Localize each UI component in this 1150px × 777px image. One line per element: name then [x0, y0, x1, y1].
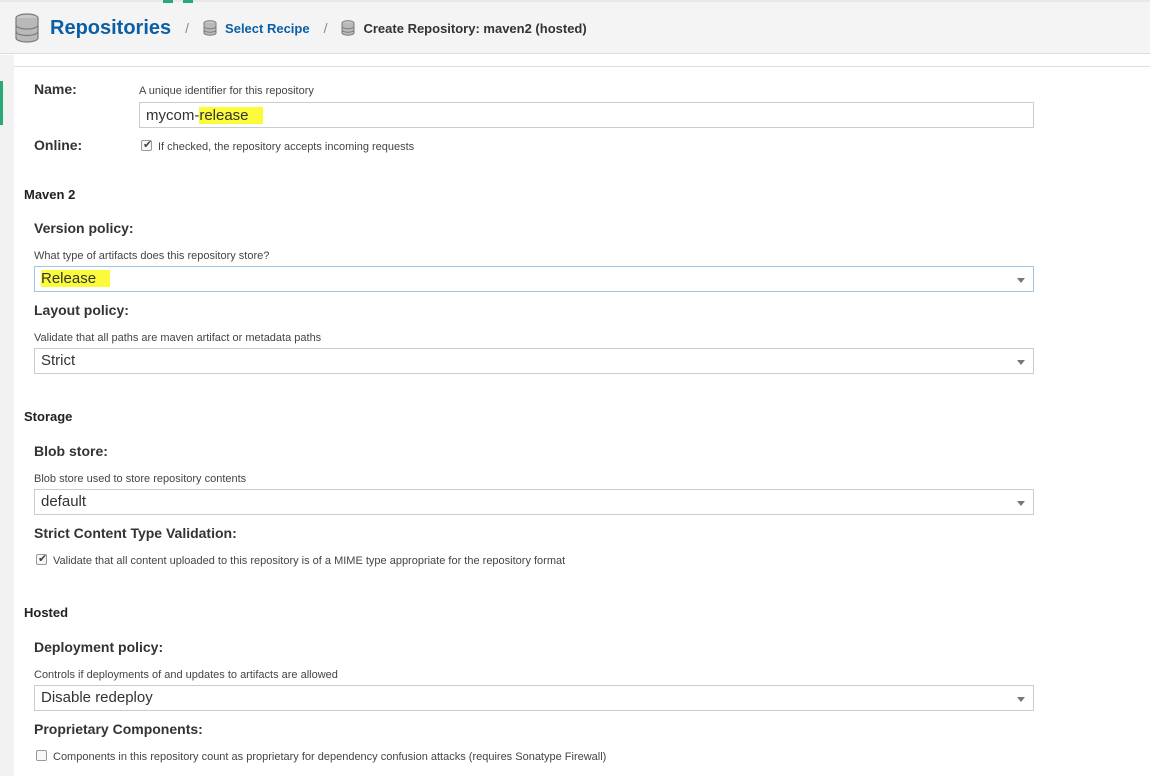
tab-indicator — [183, 0, 193, 3]
proprietary-text: Components in this repository count as p… — [53, 751, 607, 763]
strict-content-label: Strict Content Type Validation: — [34, 525, 237, 541]
tab-indicator — [163, 0, 173, 3]
breadcrumb-separator: / — [323, 20, 328, 36]
left-rail — [0, 55, 14, 776]
chevron-down-icon — [1017, 360, 1025, 365]
online-checkbox[interactable]: ✔ — [141, 139, 153, 151]
version-policy-hint: What type of artifacts does this reposit… — [34, 250, 270, 262]
repository-form: Name: A unique identifier for this repos… — [14, 66, 1150, 777]
layout-policy-value: Strict — [41, 352, 76, 369]
breadcrumb-select-recipe[interactable]: Select Recipe — [225, 21, 310, 36]
proprietary-label: Proprietary Components: — [34, 721, 203, 737]
layout-policy-hint: Validate that all paths are maven artifa… — [34, 332, 322, 344]
version-policy-label: Version policy: — [34, 220, 134, 236]
strict-content-checkbox[interactable]: ✔ — [36, 553, 48, 565]
rail-accent — [0, 81, 3, 125]
blob-store-label: Blob store: — [34, 443, 108, 459]
database-icon — [15, 13, 39, 43]
version-policy-select[interactable]: Release — [34, 266, 1034, 292]
hosted-section-title: Hosted — [24, 605, 69, 620]
checkmark-icon: ✔ — [143, 139, 153, 151]
name-value-highlight: release — [199, 107, 263, 124]
checkmark-icon: ✔ — [38, 553, 48, 565]
maven-section-title: Maven 2 — [24, 187, 76, 202]
strict-content-text: Validate that all content uploaded to th… — [53, 555, 566, 567]
breadcrumb: Repositories / Select Recipe / Create Re… — [14, 12, 587, 44]
deployment-policy-hint: Controls if deployments of and updates t… — [34, 669, 338, 681]
deployment-policy-value: Disable redeploy — [41, 689, 153, 706]
storage-section-title: Storage — [24, 409, 73, 424]
database-icon — [203, 20, 217, 36]
name-input[interactable]: mycom-release — [139, 102, 1034, 128]
content-area: Name: A unique identifier for this repos… — [0, 55, 1150, 776]
chevron-down-icon — [1017, 278, 1025, 283]
header-bar: Repositories / Select Recipe / Create Re… — [0, 0, 1150, 54]
blob-store-hint: Blob store used to store repository cont… — [34, 473, 247, 485]
online-text: If checked, the repository accepts incom… — [158, 141, 415, 153]
deployment-policy-select[interactable]: Disable redeploy — [34, 685, 1034, 711]
proprietary-checkbox[interactable] — [36, 750, 47, 761]
layout-policy-label: Layout policy: — [34, 302, 129, 318]
blob-store-select[interactable]: default — [34, 489, 1034, 515]
deployment-policy-label: Deployment policy: — [34, 639, 164, 655]
name-label: Name: — [34, 81, 77, 97]
online-label: Online: — [34, 137, 83, 153]
name-value-prefix: mycom- — [146, 107, 200, 124]
chevron-down-icon — [1017, 697, 1025, 702]
breadcrumb-separator: / — [185, 20, 190, 36]
blob-store-value: default — [41, 493, 87, 510]
breadcrumb-current: Create Repository: maven2 (hosted) — [363, 20, 587, 36]
chevron-down-icon — [1017, 501, 1025, 506]
version-policy-value: Release — [41, 270, 111, 287]
layout-policy-select[interactable]: Strict — [34, 348, 1034, 374]
page-title[interactable]: Repositories — [50, 17, 171, 40]
name-hint: A unique identifier for this repository — [139, 85, 314, 97]
database-icon — [341, 20, 355, 36]
